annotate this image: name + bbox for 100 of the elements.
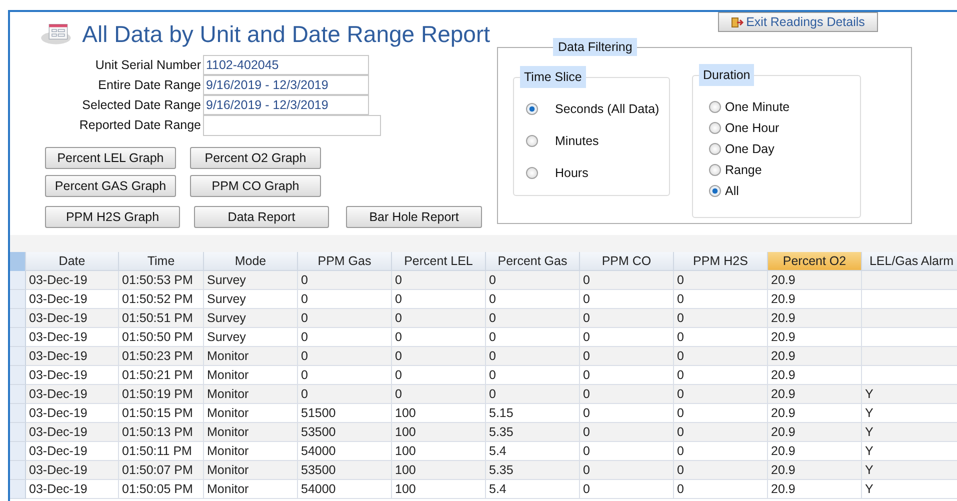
row-selector[interactable] — [10, 309, 26, 328]
table-cell: 0 — [486, 290, 580, 309]
radio-label[interactable]: One Day — [725, 142, 774, 156]
column-header[interactable]: Percent O2 — [768, 252, 862, 271]
table-cell: Survey — [204, 290, 298, 309]
table-cell: 20.9 — [768, 480, 862, 499]
radio-label[interactable]: Hours — [555, 166, 588, 180]
table-cell: 20.9 — [768, 385, 862, 404]
exit-button[interactable]: Exit Readings Details — [718, 12, 878, 32]
table-cell: 0 — [486, 366, 580, 385]
table-cell: 01:50:11 PM — [119, 442, 204, 461]
column-header[interactable]: PPM Gas — [298, 252, 392, 271]
radio-button[interactable] — [526, 103, 538, 115]
table-cell: 03-Dec-19 — [26, 271, 119, 290]
report-button[interactable]: Bar Hole Report — [346, 206, 482, 228]
radio-label[interactable]: Range — [725, 163, 762, 177]
table-cell: 0 — [674, 461, 768, 480]
text-field[interactable]: 9/16/2019 - 12/3/2019 — [203, 95, 369, 115]
report-button[interactable]: PPM CO Graph — [190, 175, 321, 197]
radio-button[interactable] — [709, 143, 721, 155]
column-header[interactable]: Date — [26, 252, 119, 271]
table-cell: 01:50:52 PM — [119, 290, 204, 309]
column-header[interactable]: PPM H2S — [674, 252, 768, 271]
report-button[interactable]: Percent GAS Graph — [45, 175, 176, 197]
table-cell: 01:50:23 PM — [119, 347, 204, 366]
table-cell: 0 — [486, 271, 580, 290]
column-header[interactable]: Percent LEL — [392, 252, 486, 271]
row-selector[interactable] — [10, 404, 26, 423]
table-cell: 03-Dec-19 — [26, 328, 119, 347]
table-cell: 100 — [392, 423, 486, 442]
table-cell: Survey — [204, 328, 298, 347]
radio-button[interactable] — [709, 164, 721, 176]
table-cell: 0 — [392, 309, 486, 328]
row-selector[interactable] — [10, 366, 26, 385]
report-button[interactable]: Data Report — [194, 206, 329, 228]
table-cell: 5.35 — [486, 461, 580, 480]
table-cell: 0 — [674, 347, 768, 366]
table-cell: 0 — [392, 366, 486, 385]
table-cell: 0 — [580, 328, 674, 347]
table-cell: 53500 — [298, 423, 392, 442]
report-button[interactable]: Percent LEL Graph — [45, 147, 176, 169]
select-all-corner[interactable] — [10, 252, 26, 271]
radio-button[interactable] — [709, 122, 721, 134]
table-cell: 0 — [674, 328, 768, 347]
text-field[interactable]: 1102-402045 — [203, 55, 369, 75]
table-cell: 01:50:19 PM — [119, 385, 204, 404]
table-cell: 0 — [392, 347, 486, 366]
row-selector[interactable] — [10, 480, 26, 499]
report-button[interactable]: Percent O2 Graph — [190, 147, 321, 169]
text-field[interactable]: 9/16/2019 - 12/3/2019 — [203, 75, 369, 95]
table-cell: 0 — [674, 480, 768, 499]
table-cell: Monitor — [204, 385, 298, 404]
column-header[interactable]: PPM CO — [580, 252, 674, 271]
table-cell: 01:50:15 PM — [119, 404, 204, 423]
column-header[interactable]: Mode — [204, 252, 298, 271]
radio-label[interactable]: All — [725, 184, 739, 198]
row-selector[interactable] — [10, 423, 26, 442]
table-cell: 0 — [674, 309, 768, 328]
radio-label[interactable]: One Hour — [725, 121, 780, 135]
radio-button[interactable] — [709, 185, 721, 197]
table-cell: 0 — [674, 385, 768, 404]
radio-button[interactable] — [526, 135, 538, 147]
row-selector[interactable] — [10, 290, 26, 309]
row-selector[interactable] — [10, 442, 26, 461]
table-cell: 03-Dec-19 — [26, 423, 119, 442]
table-cell: Monitor — [204, 366, 298, 385]
table-cell: 0 — [674, 404, 768, 423]
row-selector[interactable] — [10, 328, 26, 347]
column-header[interactable]: LEL/Gas Alarm — [862, 252, 957, 271]
row-selector[interactable] — [10, 385, 26, 404]
table-cell: 0 — [580, 461, 674, 480]
column-header[interactable]: Percent Gas — [486, 252, 580, 271]
frame-title: Data Filtering — [553, 38, 638, 56]
row-selector[interactable] — [10, 271, 26, 290]
report-button[interactable]: PPM H2S Graph — [45, 206, 180, 228]
table-cell: 20.9 — [768, 461, 862, 480]
table-cell: 0 — [298, 309, 392, 328]
radio-button[interactable] — [526, 167, 538, 179]
text-field[interactable] — [203, 115, 381, 136]
radio-label[interactable]: Seconds (All Data) — [555, 102, 660, 116]
table-cell: 01:50:53 PM — [119, 271, 204, 290]
row-selector[interactable] — [10, 461, 26, 480]
table-cell: 03-Dec-19 — [26, 461, 119, 480]
radio-label[interactable]: One Minute — [725, 100, 790, 114]
table-cell: Y — [862, 385, 957, 404]
column-header[interactable]: Time — [119, 252, 204, 271]
table-cell: 0 — [580, 290, 674, 309]
row-selector[interactable] — [10, 347, 26, 366]
table-cell: 01:50:05 PM — [119, 480, 204, 499]
table-cell: 0 — [580, 480, 674, 499]
table-cell: Y — [862, 461, 957, 480]
table-cell: 100 — [392, 480, 486, 499]
table-cell: 03-Dec-19 — [26, 404, 119, 423]
table-cell: 01:50:51 PM — [119, 309, 204, 328]
table-cell: 54000 — [298, 480, 392, 499]
radio-button[interactable] — [709, 101, 721, 113]
radio-label[interactable]: Minutes — [555, 134, 599, 148]
exit-icon — [731, 16, 744, 28]
table-cell: Monitor — [204, 404, 298, 423]
table-cell: 0 — [486, 385, 580, 404]
